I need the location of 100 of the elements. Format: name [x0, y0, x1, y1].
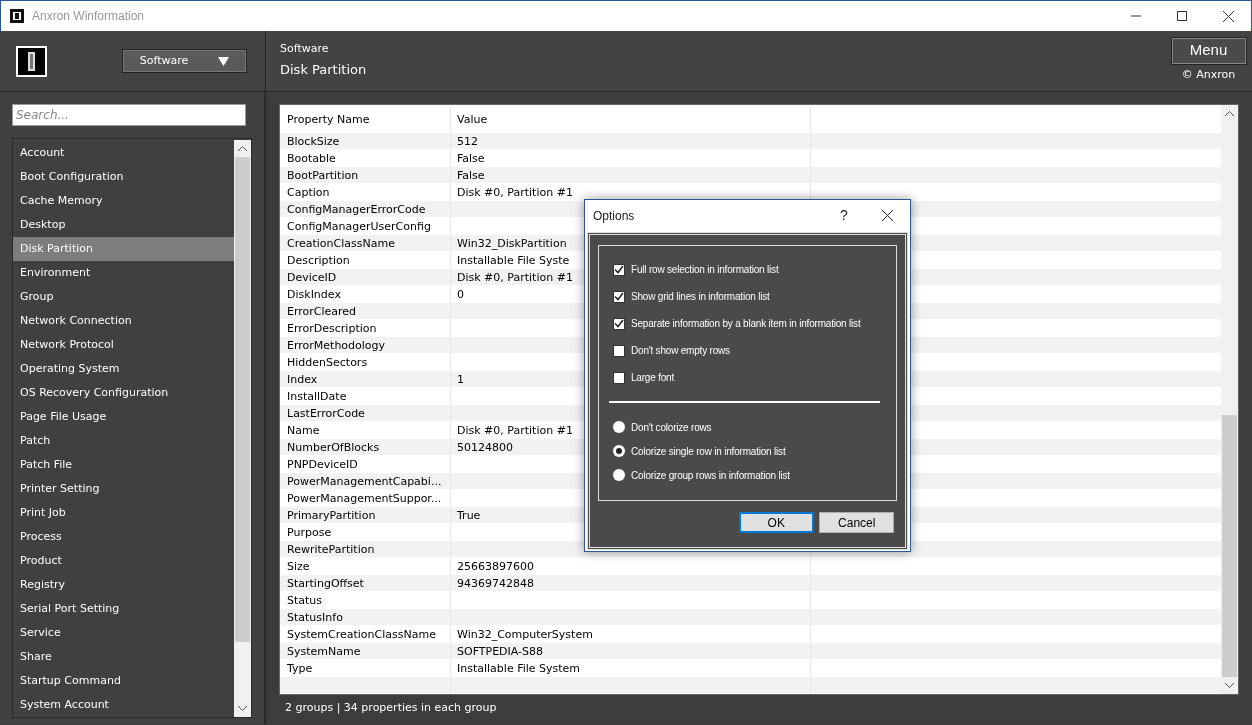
- table-cell: False: [451, 167, 811, 183]
- sidebar-item[interactable]: Serial Port Setting: [13, 597, 234, 621]
- table-cell: ConfigManagerErrorCode: [280, 201, 451, 217]
- table-cell: DiskIndex: [280, 286, 451, 302]
- table-cell: Win32_ComputerSystem: [451, 626, 811, 642]
- table-cell: PNPDeviceID: [280, 456, 451, 472]
- table-cell: Bootable: [280, 150, 451, 166]
- sidebar-item[interactable]: Product: [13, 549, 234, 573]
- table-cell: StatusInfo: [280, 609, 451, 625]
- table-cell: Type: [280, 660, 451, 676]
- sidebar-item[interactable]: Network Protocol: [13, 333, 234, 357]
- sidebar-item[interactable]: Service: [13, 621, 234, 645]
- sidebar-item[interactable]: Operating System: [13, 357, 234, 381]
- radio-button[interactable]: [613, 445, 625, 457]
- table-cell: Name: [280, 422, 451, 438]
- table-cell: ErrorDescription: [280, 320, 451, 336]
- radio-button[interactable]: [613, 469, 625, 481]
- sidebar-item[interactable]: Patch: [13, 429, 234, 453]
- close-icon[interactable]: [881, 210, 893, 221]
- table-cell: SystemName: [280, 643, 451, 659]
- table-cell: 25663897600: [451, 558, 811, 574]
- app-icon: [10, 9, 24, 23]
- sidebar-item[interactable]: Disk Partition: [13, 237, 234, 261]
- scrollbar[interactable]: [234, 140, 251, 717]
- sidebar-item[interactable]: Network Connection: [13, 309, 234, 333]
- table-cell: ErrorMethodology: [280, 337, 451, 353]
- table-cell: ConfigManagerUserConfig: [280, 218, 451, 234]
- sidebar-item[interactable]: Cache Memory: [13, 189, 234, 213]
- option-label: Show grid lines in information list: [631, 290, 770, 304]
- column-header[interactable]: Value: [451, 107, 811, 132]
- table-cell: InstallDate: [280, 388, 451, 404]
- sidebar-item[interactable]: Account: [13, 141, 234, 165]
- table-cell: Description: [280, 252, 451, 268]
- table-cell: Size: [280, 558, 451, 574]
- sidebar-item[interactable]: Group: [13, 285, 234, 309]
- checkbox[interactable]: [613, 344, 625, 357]
- checkbox[interactable]: [613, 290, 625, 303]
- table-cell: PrimaryPartition: [280, 507, 451, 523]
- breadcrumb-category: Software: [280, 41, 330, 57]
- checkbox[interactable]: [613, 263, 625, 276]
- sidebar-item[interactable]: Printer Setting: [13, 477, 234, 501]
- menu-button[interactable]: Menu: [1170, 36, 1247, 65]
- table-cell: Index: [280, 371, 451, 387]
- help-button[interactable]: ?: [824, 205, 864, 226]
- window-title: Anxron Winformation: [32, 8, 145, 25]
- scrollbar[interactable]: [1221, 105, 1238, 694]
- option-label: Separate information by a blank item in information list: [631, 317, 861, 331]
- option-label: Colorize group rows in information list: [631, 468, 790, 483]
- dialog-title: Options: [593, 207, 635, 225]
- checkbox[interactable]: [613, 317, 625, 330]
- caret-icon: [218, 56, 230, 66]
- table-cell: HiddenSectors: [280, 354, 451, 370]
- copyright-text: © Anxron: [1181, 67, 1236, 84]
- radio-button[interactable]: [613, 421, 625, 433]
- sidebar-item[interactable]: Process: [13, 525, 234, 549]
- table-cell: SOFTPEDIA-S88: [451, 643, 811, 659]
- table-cell: LastErrorCode: [280, 405, 451, 421]
- table-cell: ErrorCleared: [280, 303, 451, 319]
- breadcrumb-page: Disk Partition: [280, 61, 367, 80]
- table-cell: Caption: [280, 184, 451, 200]
- sidebar-item[interactable]: Boot Configuration: [13, 165, 234, 189]
- sidebar-item[interactable]: Print Job: [13, 501, 234, 525]
- table-cell: Purpose: [280, 524, 451, 540]
- app-logo-icon: [16, 45, 47, 77]
- sidebar-item[interactable]: Registry: [13, 573, 234, 597]
- table-cell: Installable File System: [451, 660, 811, 676]
- status-text: 2 groups | 34 properties in each group: [284, 700, 498, 716]
- table-cell: CreationClassName: [280, 235, 451, 251]
- sidebar-item[interactable]: Share: [13, 645, 234, 669]
- table-cell: BootPartition: [280, 167, 451, 183]
- table-cell: PowerManagementSuppor...: [280, 490, 451, 506]
- sidebar-item[interactable]: System Account: [13, 693, 234, 717]
- sidebar-item[interactable]: Page File Usage: [13, 405, 234, 429]
- search-field[interactable]: Search...: [12, 104, 246, 126]
- table-cell: RewritePartition: [280, 541, 451, 557]
- table-cell: 94369742848: [451, 575, 811, 591]
- table-cell: Status: [280, 592, 451, 608]
- table-cell: StartingOffset: [280, 575, 451, 591]
- table-cell: BlockSize: [280, 133, 451, 149]
- sidebar-item[interactable]: OS Recovery Configuration: [13, 381, 234, 405]
- table-cell: PowerManagementCapabi...: [280, 473, 451, 489]
- category-dropdown[interactable]: Software: [122, 49, 247, 73]
- option-label: Don't show empty rows: [631, 344, 730, 358]
- sidebar-item[interactable]: Patch File: [13, 453, 234, 477]
- checkbox[interactable]: [613, 371, 625, 384]
- table-cell: DeviceID: [280, 269, 451, 285]
- option-label: Large font: [631, 371, 675, 385]
- maximize-icon[interactable]: [1177, 11, 1187, 21]
- table-cell: SystemCreationClassName: [280, 626, 451, 642]
- sidebar-item[interactable]: Startup Command: [13, 669, 234, 693]
- table-cell: False: [451, 150, 811, 166]
- table-cell: NumberOfBlocks: [280, 439, 451, 455]
- column-header[interactable]: Property Name: [280, 107, 451, 132]
- ok-button[interactable]: OK: [738, 512, 814, 533]
- sidebar-item[interactable]: Environment: [13, 261, 234, 285]
- close-icon[interactable]: [1222, 10, 1234, 22]
- cancel-button[interactable]: Cancel: [819, 512, 895, 533]
- sidebar-item[interactable]: Desktop: [13, 213, 234, 237]
- option-label: Don't colorize rows: [631, 420, 712, 435]
- table-cell: 512: [451, 133, 811, 149]
